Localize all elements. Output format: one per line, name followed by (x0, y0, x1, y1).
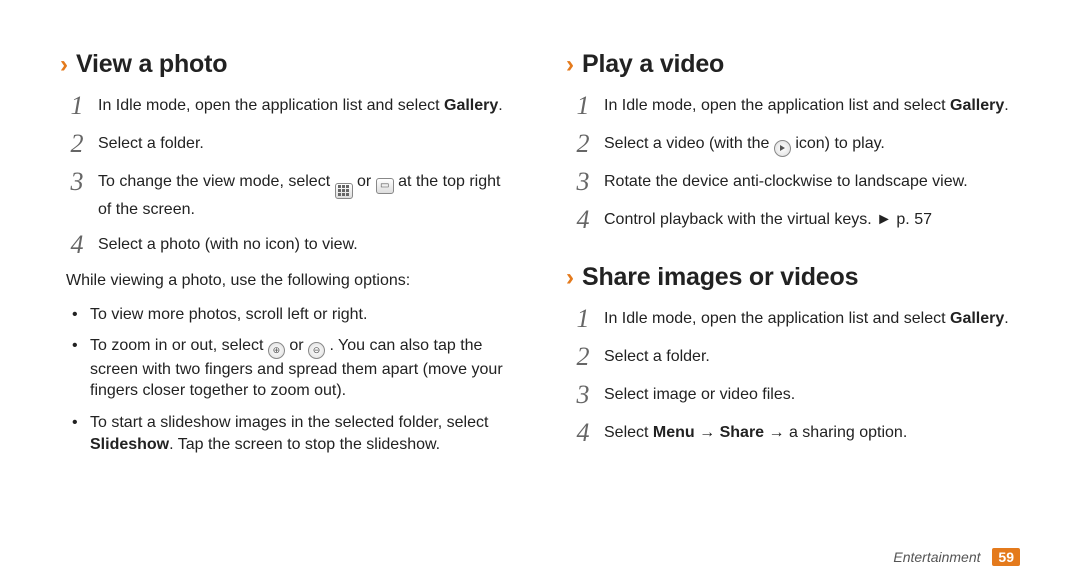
play-icon (774, 140, 791, 157)
chevron-icon: › (566, 266, 574, 290)
chevron-icon: › (566, 53, 574, 77)
step-row: 2 Select a video (with the icon) to play… (572, 131, 1020, 157)
grid-view-icon (335, 183, 353, 199)
section-share: › Share images or videos 1 In Idle mode,… (566, 263, 1020, 458)
step-body: In Idle mode, open the application list … (604, 306, 1009, 332)
zoom-out-icon: ⊖ (308, 342, 325, 359)
section-title: Play a video (582, 50, 724, 79)
step-row: 2 Select a folder. (66, 131, 514, 157)
page-number: 59 (992, 548, 1020, 566)
step-number: 3 (572, 382, 594, 408)
bullet-icon: • (72, 304, 82, 326)
step-number: 1 (572, 93, 594, 119)
list-item: • To start a slideshow images in the sel… (72, 412, 514, 455)
step-number: 3 (66, 169, 88, 220)
section-title: View a photo (76, 50, 227, 79)
stack-view-icon: ▭ (376, 178, 394, 194)
step-body: Select a video (with the icon) to play. (604, 131, 885, 157)
step-body: Rotate the device anti-clockwise to land… (604, 169, 968, 195)
step-number: 4 (572, 207, 594, 233)
zoom-in-icon: ⊕ (268, 342, 285, 359)
left-column: › View a photo 1 In Idle mode, open the … (60, 50, 514, 556)
section-header: › Share images or videos (566, 263, 1020, 292)
step-body: Select image or video files. (604, 382, 795, 408)
section-header: › Play a video (566, 50, 1020, 79)
step-row: 3 Select image or video files. (572, 382, 1020, 408)
page-footer: Entertainment 59 (893, 548, 1020, 566)
list-item: • To zoom in or out, select ⊕ or ⊖ . You… (72, 335, 514, 402)
step-number: 4 (572, 420, 594, 446)
step-number: 4 (66, 232, 88, 258)
bullet-icon: • (72, 335, 82, 402)
step-row: 3 Rotate the device anti-clockwise to la… (572, 169, 1020, 195)
step-row: 4 Select a photo (with no icon) to view. (66, 232, 514, 258)
step-number: 1 (66, 93, 88, 119)
footer-category: Entertainment (893, 549, 980, 565)
step-body: Select a photo (with no icon) to view. (98, 232, 358, 258)
step-row: 4 Select Menu → Share → a sharing option… (572, 420, 1020, 446)
section-view-photo: › View a photo 1 In Idle mode, open the … (60, 50, 514, 465)
step-number: 2 (66, 131, 88, 157)
step-number: 3 (572, 169, 594, 195)
right-column: › Play a video 1 In Idle mode, open the … (566, 50, 1020, 556)
step-row: 1 In Idle mode, open the application lis… (572, 93, 1020, 119)
step-row: 1 In Idle mode, open the application lis… (66, 93, 514, 119)
list-item: • To view more photos, scroll left or ri… (72, 304, 514, 326)
step-body: In Idle mode, open the application list … (98, 93, 503, 119)
step-body: Control playback with the virtual keys. … (604, 207, 932, 233)
step-row: 4 Control playback with the virtual keys… (572, 207, 1020, 233)
step-number: 1 (572, 306, 594, 332)
step-body: To change the view mode, select or ▭ at … (98, 169, 514, 220)
step-body: In Idle mode, open the application list … (604, 93, 1009, 119)
section-play-video: › Play a video 1 In Idle mode, open the … (566, 50, 1020, 245)
bullet-icon: • (72, 412, 82, 455)
step-row: 3 To change the view mode, select or ▭ a… (66, 169, 514, 220)
step-number: 2 (572, 344, 594, 370)
bullet-list: • To view more photos, scroll left or ri… (72, 304, 514, 456)
section-title: Share images or videos (582, 263, 858, 292)
paragraph: While viewing a photo, use the following… (66, 270, 514, 292)
step-body: Select a folder. (98, 131, 204, 157)
step-body: Select a folder. (604, 344, 710, 370)
page-columns: › View a photo 1 In Idle mode, open the … (60, 50, 1020, 556)
step-row: 2 Select a folder. (572, 344, 1020, 370)
step-row: 1 In Idle mode, open the application lis… (572, 306, 1020, 332)
step-body: Select Menu → Share → a sharing option. (604, 420, 907, 446)
chevron-icon: › (60, 53, 68, 77)
section-header: › View a photo (60, 50, 514, 79)
step-number: 2 (572, 131, 594, 157)
